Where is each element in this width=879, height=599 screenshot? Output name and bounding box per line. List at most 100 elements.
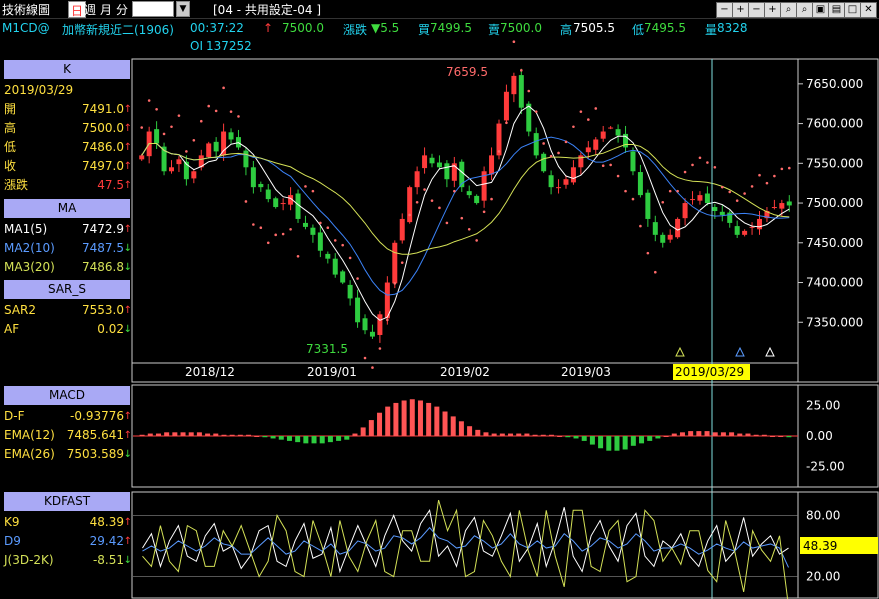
sar-dot (706, 161, 709, 164)
macd-bar (630, 436, 636, 446)
candle (690, 199, 696, 201)
sar-dot (371, 366, 374, 369)
sar-dot (378, 347, 382, 350)
macd-bar (246, 434, 252, 436)
min-price-label: 7331.5 (306, 342, 348, 356)
macd-tick-label: 0.00 (806, 429, 833, 443)
sar-dot (505, 121, 508, 125)
candle (742, 230, 748, 235)
macd-bar (360, 427, 366, 436)
candle (600, 131, 606, 139)
sar-dot (274, 233, 277, 237)
sar-dot (542, 142, 545, 145)
sar-dot (430, 199, 434, 202)
candle (347, 284, 353, 299)
price-tick-label: 7350.000 (806, 315, 863, 329)
sar-dot (408, 213, 411, 217)
candle (503, 91, 509, 121)
macd-bar (377, 412, 383, 436)
sar-dot (512, 40, 516, 44)
chart-area[interactable]: 7650.000 7600.000 7550.000 7500.000 7450.000… (0, 0, 879, 599)
macd-bar (589, 436, 595, 445)
sar-dot (311, 189, 315, 193)
sar-dot (438, 206, 441, 210)
sar-dot (773, 174, 776, 178)
sar-dot (720, 185, 724, 189)
candle (265, 189, 271, 200)
macd-bar (688, 431, 694, 436)
macd-bar (139, 434, 145, 436)
signal-triangle-icon (765, 346, 775, 357)
macd-bar (352, 433, 358, 436)
sar-dot (587, 118, 590, 121)
price-tick-label: 7650.000 (806, 77, 863, 91)
sar-dot (557, 151, 560, 155)
candle (712, 207, 718, 211)
sar-dot (214, 109, 218, 113)
sar-dot (423, 188, 426, 191)
sar-dot (646, 251, 650, 255)
sar-dot (564, 140, 568, 144)
candle (608, 127, 614, 129)
candle (585, 147, 591, 153)
macd-bar (254, 436, 260, 437)
candle (541, 153, 547, 172)
sar-dot (281, 232, 285, 236)
candle (570, 167, 576, 183)
candle (593, 139, 599, 150)
macd-bar (450, 416, 456, 436)
signal-triangle-icon (735, 346, 745, 357)
sar-dot (713, 165, 717, 169)
candle (369, 331, 375, 337)
sar-dot (326, 226, 330, 229)
candle (258, 183, 264, 188)
candle (444, 163, 450, 180)
macd-bar (344, 436, 350, 440)
sar-dot (482, 210, 486, 214)
sar-dot (698, 156, 702, 160)
candle (779, 203, 785, 209)
macd-bar (622, 436, 628, 450)
macd-bar (475, 429, 481, 436)
sar-dot (475, 239, 478, 242)
candle (273, 198, 279, 208)
macd-bar (679, 432, 685, 436)
sar-dot (222, 86, 225, 90)
sar-dot (534, 110, 538, 113)
candle (757, 218, 763, 230)
macd-bar (606, 436, 612, 451)
sar-dot (192, 138, 196, 142)
sar-dot (601, 164, 605, 167)
macd-bar (729, 432, 735, 436)
macd-bar (655, 436, 661, 439)
macd-bar (663, 436, 669, 437)
candle (615, 129, 621, 136)
candle (518, 75, 524, 108)
macd-bar (401, 400, 407, 436)
price-tick-label: 7600.000 (806, 117, 863, 131)
candle (250, 167, 256, 188)
candle (399, 218, 405, 241)
candle (139, 155, 145, 160)
date-tick-label: 2019/02 (440, 365, 490, 379)
macd-bar (540, 434, 546, 436)
candle (645, 192, 651, 219)
macd-bar (778, 436, 784, 437)
macd-bar (278, 436, 284, 440)
macd-bar (229, 434, 235, 436)
candle (310, 227, 316, 235)
candle (407, 187, 413, 223)
cursor-date-label: 2019/03/29 (675, 365, 744, 379)
candle (548, 175, 554, 188)
macd-bar (295, 436, 301, 443)
sar-dot (497, 150, 501, 153)
sar-dot (199, 119, 203, 123)
macd-bar (180, 432, 186, 436)
sar-dot (289, 227, 292, 231)
macd-bar (647, 436, 653, 441)
macd-bar (524, 433, 530, 436)
macd-bar (753, 434, 759, 436)
candle (533, 133, 539, 156)
macd-bar (385, 406, 391, 436)
macd-bar (213, 433, 219, 436)
